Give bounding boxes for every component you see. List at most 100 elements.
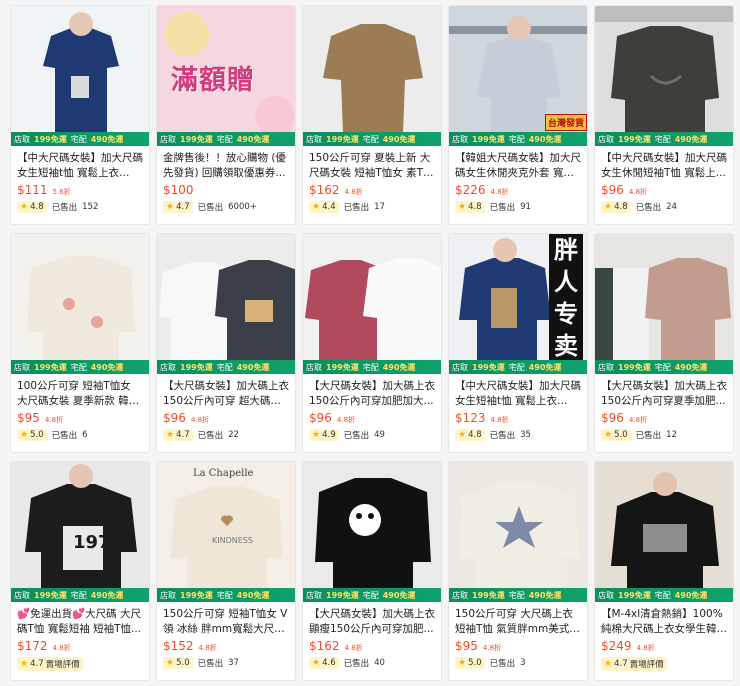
product-title[interactable]: 【中大尺碼女裝】加大尺碼女生短袖t恤 寬鬆上衣 15... [11,146,149,181]
star-icon: ★ [604,202,613,212]
product-title[interactable]: 【中大尺碼女裝】加大尺碼女生短袖t恤 寬鬆上衣 15... [449,374,587,409]
price: $96 [601,411,624,425]
sold-prefix: 已售出 [51,203,78,213]
product-card[interactable]: 胖人专卖 店取 199免運 宅配 490免運 【中大尺碼女裝】加大尺碼女生短袖t恤 … [448,233,588,453]
rating-badge: ★ 4.4 [309,201,339,213]
rating-badge: ★ 5.0 [455,657,485,669]
product-title[interactable]: 150公斤可穿 夏裝上新 大尺碼女裝 短袖T恤女 素T 胖... [303,146,441,181]
shipping-banner: 店取 199免運 宅配 490免運 [303,132,441,146]
product-card[interactable]: La Chapelle KINDNESS 店取 199免運 宅配 490免運 150… [156,461,296,681]
rating-badge: ★ 4.6 [309,657,339,669]
rating-badge: ★ 4.7 [163,429,193,441]
price: $111 [17,183,48,197]
rating-badge: ★ 5.0 [163,657,193,669]
product-title[interactable]: 【中大尺碼女裝】加大尺碼女生休閒短袖T恤 寬鬆上... [595,146,733,181]
side-stamp: 胖人专卖 [549,234,583,362]
product-title[interactable]: 【大尺碼女裝】加大碼上衣 150公斤內可穿 超大碼女... [157,374,295,409]
star-icon: ★ [20,659,29,669]
shipping-banner: 店取 199免運 宅配 490免運 [11,588,149,602]
product-card[interactable]: 店取 199免運 宅配 490免運 100公斤可穿 短袖T恤女 大尺碼女裝 夏季新款… [10,233,150,453]
product-image[interactable]: 1976 店取 199免運 宅配 490免運 [11,462,149,602]
product-card[interactable]: 店取 199免運 宅配 490免運 【大尺碼女裝】加大碼上衣 150公斤內可穿夏季加… [594,233,734,453]
price: $123 [455,411,486,425]
shipping-banner: 店取 199免運 宅配 490免運 [11,132,149,146]
sold-prefix: 已售出 [635,203,662,213]
star-icon: ★ [458,202,467,212]
star-icon: ★ [312,658,321,668]
rating-badge: ★ 5.0 [601,429,631,441]
product-image[interactable]: 店取 199免運 宅配 490免運 [303,234,441,374]
product-image[interactable]: 胖人专卖 店取 199免運 宅配 490免運 [449,234,587,374]
discount: 4.8折 [52,644,71,652]
shirt-print-kindness: KINDNESS [212,536,253,545]
star-icon: ★ [20,202,29,212]
product-title[interactable]: 金牌售後！！放心購物 (優先發貨) 回購領取優惠券... [157,146,295,181]
price: $96 [309,411,332,425]
price: $152 [163,639,194,653]
rating-badge: ★ 4.7 賣場評價 [17,657,83,671]
product-card[interactable]: 店取 199免運 宅配 490免運 【大尺碼女裝】加大碼上衣 顯瘦150公斤內可穿加… [302,461,442,681]
shipping-banner: 店取 199免運 宅配 490免運 [157,132,295,146]
discount: 4.8折 [198,644,217,652]
product-image[interactable]: 店取 199免運 宅配 490免運 [303,6,441,146]
product-title[interactable]: 【大尺碼女裝】加大碼上衣 150公斤內可穿夏季加肥... [595,374,733,409]
product-image[interactable]: 店取 199免運 宅配 490免運 [303,462,441,602]
product-image[interactable]: 店取 199免運 宅配 490免運 [595,234,733,374]
rating-badge: ★ 4.9 [309,429,339,441]
product-card[interactable]: 店取 199免運 宅配 490免運 【中大尺碼女裝】加大尺碼女生短袖t恤 寬鬆上衣 … [10,5,150,225]
product-image[interactable]: 店取 199免運 宅配 490免運 [595,6,733,146]
star-icon: ★ [312,202,321,212]
product-title[interactable]: 150公斤可穿 短袖T恤女 V領 冰絲 胖mm寬鬆大尺碼... [157,602,295,637]
shipping-banner: 店取 199免運 宅配 490免運 [11,360,149,374]
sold-count: 91 [520,202,531,212]
star-icon: ★ [20,430,29,440]
product-image[interactable]: 店取 199免運 宅配 490免運 [157,234,295,374]
sold-prefix: 已售出 [51,431,78,441]
sold-count: 17 [374,202,385,212]
sold-prefix: 已售出 [343,431,370,441]
product-card[interactable]: 1976 店取 199免運 宅配 490免運 💕免運出貨💕大尺碼 大尺碼T恤 寬鬆短… [10,461,150,681]
price: $96 [163,411,186,425]
rating-badge: ★ 4.8 [455,429,485,441]
product-title[interactable]: 【韓姐大尺碼女裝】加大尺碼女生休閒夾克外套 寬鬆... [449,146,587,181]
shipping-banner: 店取 199免運 宅配 490免運 [157,360,295,374]
sold-count: 6 [82,430,88,440]
product-card[interactable]: 店取 199免運 宅配 490免運 【中大尺碼女裝】加大尺碼女生休閒短袖T恤 寬鬆上… [594,5,734,225]
rating-badge: ★ 4.8 [455,201,485,213]
product-title[interactable]: 【大尺碼女裝】加大碼上衣 150公斤內可穿加肥加大... [303,374,441,409]
product-card[interactable]: 滿額贈 店取 199免運 宅配 490免運 金牌售後！！放心購物 (優先發貨) 回購… [156,5,296,225]
product-image[interactable]: 店取 199免運 宅配 490免運 [595,462,733,602]
sold-count: 35 [520,430,531,440]
shipping-banner: 店取 199免運 宅配 490免運 [157,588,295,602]
shipping-banner: 店取 199免運 宅配 490免運 [595,588,733,602]
product-card[interactable]: 店取 199免運 宅配 490免運 【大尺碼女裝】加大碼上衣 150公斤內可穿 超大… [156,233,296,453]
product-image[interactable]: 滿額贈 店取 199免運 宅配 490免運 [157,6,295,146]
sold-count: 37 [228,658,239,668]
promo-label: 滿額贈 [171,65,255,96]
product-title[interactable]: 【大尺碼女裝】加大碼上衣 顯瘦150公斤內可穿加肥... [303,602,441,637]
product-card[interactable]: 店取 199免運 宅配 490免運 【M-4xl清倉熱銷】100%純棉大尺碼上衣女學… [594,461,734,681]
product-image[interactable]: 台灣發貨 店取 199免運 宅配 490免運 [449,6,587,146]
product-card[interactable]: 台灣發貨 店取 199免運 宅配 490免運 【韓姐大尺碼女裝】加大尺碼女生休閒夾克… [448,5,588,225]
product-title[interactable]: 150公斤可穿 大尺碼上衣 短袖T恤 氣質胖mm美式潮... [449,602,587,637]
sold-prefix: 已售出 [489,659,516,669]
product-image[interactable]: La Chapelle KINDNESS 店取 199免運 宅配 490免運 [157,462,295,602]
sold-prefix: 已售出 [343,659,370,669]
product-image[interactable]: 店取 199免運 宅配 490免運 [449,462,587,602]
product-image[interactable]: 店取 199免運 宅配 490免運 [11,234,149,374]
price: $226 [455,183,486,197]
product-image[interactable]: 店取 199免運 宅配 490免運 [11,6,149,146]
price: $96 [601,183,624,197]
price: $249 [601,639,632,653]
shipping-banner: 店取 199免運 宅配 490免運 [303,360,441,374]
product-title[interactable]: 💕免運出貨💕大尺碼 大尺碼T恤 寬鬆短袖 短袖T恤... [11,602,149,637]
product-title[interactable]: 100公斤可穿 短袖T恤女 大尺碼女裝 夏季新款 韓版... [11,374,149,409]
product-card[interactable]: 店取 199免運 宅配 490免運 【大尺碼女裝】加大碼上衣 150公斤內可穿加肥加… [302,233,442,453]
discount: 4.8折 [490,416,509,424]
product-card[interactable]: 店取 199免運 宅配 490免運 150公斤可穿 大尺碼上衣 短袖T恤 氣質胖mm… [448,461,588,681]
product-title[interactable]: 【M-4xl清倉熱銷】100%純棉大尺碼上衣女學生韓版... [595,602,733,637]
star-icon: ★ [458,658,467,668]
discount: 4.8折 [190,416,210,424]
star-icon: ★ [604,659,613,669]
product-card[interactable]: 店取 199免運 宅配 490免運 150公斤可穿 夏裝上新 大尺碼女裝 短袖T恤女… [302,5,442,225]
